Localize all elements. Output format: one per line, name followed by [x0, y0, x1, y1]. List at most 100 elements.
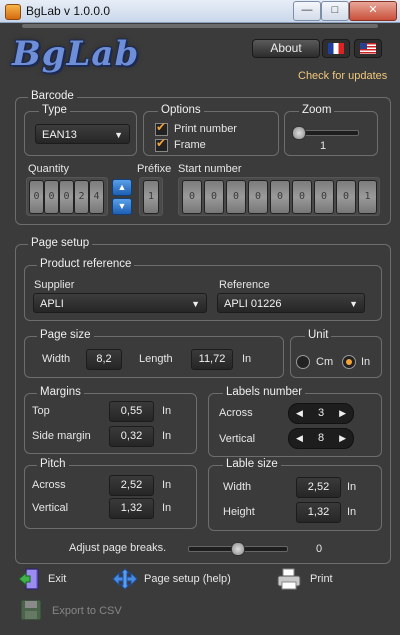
french-flag-button[interactable]	[322, 39, 350, 58]
pitch-title: Pitch	[37, 458, 69, 470]
unit-in-label: In	[361, 356, 371, 368]
frame-checkbox[interactable]	[155, 136, 168, 152]
print-button[interactable]: Print	[276, 567, 346, 591]
top-margin-label: Top	[32, 405, 50, 417]
page-size-title: Page size	[37, 329, 94, 341]
quantity-decrement-button[interactable]: ▼	[112, 198, 132, 215]
export-csv-button[interactable]: Export to CSV	[18, 598, 128, 624]
side-margin-unit: In	[162, 430, 172, 442]
start-number-label: Start number	[178, 163, 242, 175]
side-margin-field[interactable]: 0,32	[109, 426, 154, 447]
start-digit: 0	[314, 180, 334, 214]
barcode-type-value: EAN13	[42, 129, 77, 141]
pitch-across-label: Across	[32, 479, 66, 491]
page-size-unit: In	[242, 353, 252, 365]
length-label: Length	[139, 353, 173, 365]
start-digit: 0	[292, 180, 312, 214]
us-flag-button[interactable]	[354, 39, 382, 58]
barcode-group-title: Barcode	[28, 90, 77, 102]
about-button[interactable]: About	[252, 39, 320, 58]
pitch-vertical-unit: In	[162, 502, 172, 514]
header-divider	[22, 24, 378, 28]
increment-arrow-icon[interactable]: ▶	[339, 429, 346, 448]
print-number-checkbox[interactable]	[155, 120, 168, 136]
exit-button[interactable]: Exit	[18, 567, 88, 591]
page-length-field[interactable]: 11,72	[191, 349, 233, 370]
top-margin-unit: In	[162, 405, 172, 417]
label-height-unit: In	[347, 506, 357, 518]
exit-door-icon	[18, 568, 39, 590]
quantity-digit: 4	[89, 180, 104, 214]
label-height-label: Height	[223, 506, 255, 518]
us-flag-icon	[360, 43, 376, 54]
start-digit: 1	[358, 180, 377, 214]
chevron-down-icon: ▼	[114, 130, 123, 140]
top-margin-field[interactable]: 0,55	[109, 401, 154, 422]
prefix-digit: 1	[143, 180, 159, 214]
start-digit: 0	[226, 180, 246, 214]
start-number-counter[interactable]: 0 0 0 0 0 0 0 0 1	[178, 177, 380, 216]
increment-arrow-icon[interactable]: ▶	[339, 404, 346, 423]
label-width-field[interactable]: 2,52	[296, 477, 341, 498]
exit-label: Exit	[48, 573, 67, 585]
zoom-slider-knob[interactable]	[292, 126, 306, 140]
labels-vertical-label: Vertical	[219, 433, 256, 445]
label-size-title: Lable size	[223, 458, 281, 470]
check-updates-link[interactable]: Check for updates	[298, 70, 387, 82]
quantity-digit: 0	[59, 180, 74, 214]
pitch-vertical-field[interactable]: 1,32	[109, 498, 154, 519]
page-setup-help-label: Page setup (help)	[144, 573, 231, 585]
reference-select[interactable]: APLI 01226 ▼	[217, 293, 365, 313]
app-icon	[5, 4, 21, 20]
start-digit: 0	[182, 180, 202, 214]
page-setup-help-button[interactable]: Page setup (help)	[112, 567, 242, 591]
start-digit: 0	[270, 180, 290, 214]
prefix-field[interactable]: 1	[139, 177, 163, 216]
labels-across-spinner[interactable]: ◀ 3 ▶	[288, 403, 354, 424]
quantity-digit: 2	[74, 180, 89, 214]
minimize-button[interactable]: —	[293, 1, 321, 21]
export-csv-label: Export to CSV	[52, 605, 122, 617]
window-title: BgLab v 1.0.0.0	[26, 4, 111, 18]
unit-cm-label: Cm	[316, 356, 334, 368]
prefix-label: Préfixe	[137, 163, 172, 175]
maximize-button[interactable]: □	[321, 1, 349, 21]
product-reference-title: Product reference	[37, 258, 135, 270]
page-setup-group-title: Page setup	[28, 237, 93, 249]
supplier-value: APLI	[40, 298, 64, 310]
unit-in-radio[interactable]	[342, 355, 356, 369]
print-label: Print	[310, 573, 333, 585]
type-group-title: Type	[39, 104, 70, 116]
resize-arrows-icon	[112, 568, 138, 590]
adjust-page-breaks-knob[interactable]	[231, 542, 245, 556]
printer-icon	[277, 568, 301, 590]
quantity-increment-button[interactable]: ▲	[112, 179, 132, 196]
page-width-field[interactable]: 8,2	[86, 349, 122, 370]
pitch-across-field[interactable]: 2,52	[109, 475, 154, 496]
reference-label: Reference	[219, 279, 270, 291]
zoom-group-title: Zoom	[299, 104, 335, 116]
quantity-label: Quantity	[28, 163, 69, 175]
barcode-type-select[interactable]: EAN13 ▼	[35, 124, 130, 144]
app-logo: BgLab	[12, 34, 140, 74]
reference-value: APLI 01226	[224, 298, 282, 310]
close-button[interactable]: ✕	[349, 1, 397, 21]
label-height-field[interactable]: 1,32	[296, 502, 341, 523]
quantity-digit: 0	[44, 180, 59, 214]
labels-across-label: Across	[219, 407, 253, 419]
frame-label: Frame	[174, 139, 206, 151]
adjust-page-breaks-label: Adjust page breaks.	[69, 542, 167, 554]
unit-title: Unit	[305, 329, 332, 341]
start-digit: 0	[248, 180, 268, 214]
print-number-label: Print number	[174, 123, 237, 135]
supplier-select[interactable]: APLI ▼	[33, 293, 207, 313]
labels-vertical-spinner[interactable]: ◀ 8 ▶	[288, 428, 354, 449]
quantity-counter[interactable]: 0 0 0 2 4	[26, 177, 108, 216]
pitch-across-unit: In	[162, 479, 172, 491]
unit-cm-radio[interactable]	[296, 355, 310, 369]
title-bar: BgLab v 1.0.0.0 — □ ✕	[0, 0, 400, 23]
start-digit: 0	[336, 180, 356, 214]
chevron-down-icon: ▼	[349, 299, 358, 309]
label-width-unit: In	[347, 481, 357, 493]
supplier-label: Supplier	[34, 279, 75, 291]
